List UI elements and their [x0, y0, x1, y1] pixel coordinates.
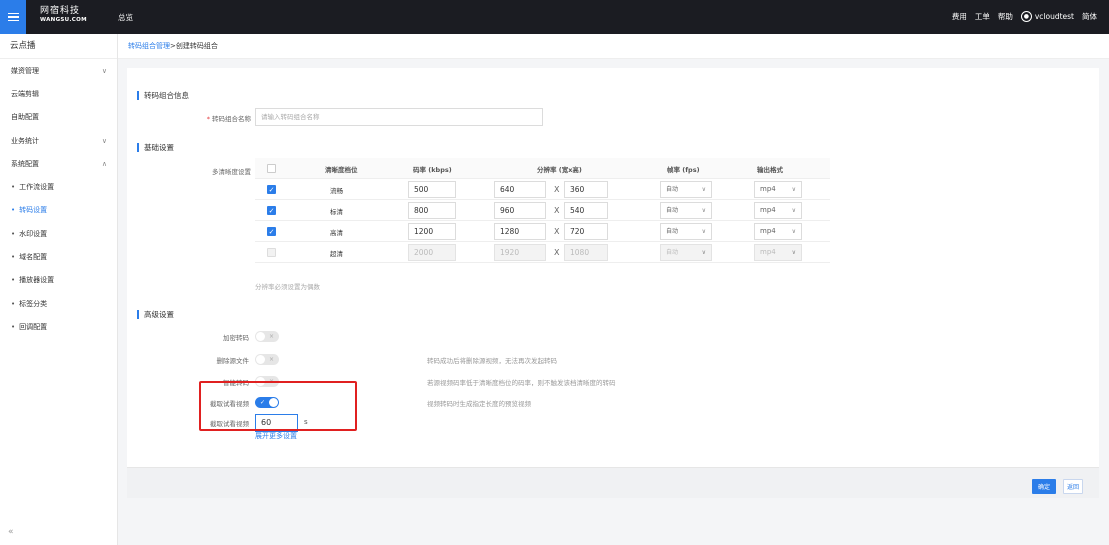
section-title-group-info: 转码组合信息	[137, 91, 189, 100]
table-row: ✓ 标清 800 960 X 540 自动 ∨ mp4 ∨	[255, 200, 830, 221]
width-input[interactable]: 960	[494, 202, 546, 219]
section-title-basic: 基础设置	[137, 143, 174, 152]
chevron-down-icon: ∨	[791, 249, 796, 256]
chevron-down-icon: ∨	[701, 186, 706, 193]
sidebar-sub-transcode[interactable]: • 转码设置	[0, 199, 117, 222]
sidebar-sub-domain[interactable]: • 域名配置	[0, 245, 117, 268]
group-name-input[interactable]: 请输入转码组合名称	[255, 108, 543, 126]
width-input[interactable]: 640	[494, 181, 546, 198]
row-checkbox[interactable]: ✓	[267, 206, 276, 215]
fps-select[interactable]: 自动 ∨	[660, 244, 712, 261]
smart-transcode-desc: 若源视频码率低于清晰度档位的码率，则不触发该档清晰度的转码	[427, 379, 616, 387]
chevron-down-icon: ∨	[101, 136, 107, 145]
breadcrumb-parent[interactable]: 转码组合管理	[128, 42, 170, 50]
group-name-label: * 转码组合名称	[206, 115, 251, 123]
sidebar-item-statistics[interactable]: 业务统计 ∨	[0, 129, 117, 152]
collapse-sidebar-icon[interactable]: «	[8, 527, 14, 537]
table-row: 超清 2000 1920 X 1080 自动 ∨ mp4 ∨	[255, 242, 830, 263]
logo[interactable]: 网宿科技 WANGSU.COM	[40, 7, 106, 24]
fps-select[interactable]: 自动 ∨	[660, 223, 712, 240]
format-select[interactable]: mp4 ∨	[754, 223, 802, 240]
main-area: 转码组合信息 * 转码组合名称 请输入转码组合名称 基础设置 多清晰度设置 清晰度…	[118, 59, 1109, 545]
chevron-down-icon: ∨	[791, 186, 796, 193]
row-checkbox[interactable]	[267, 248, 276, 257]
fps-select[interactable]: 自动 ∨	[660, 202, 712, 219]
sidebar-item-system-config[interactable]: 系统配置 ∧	[0, 152, 117, 175]
chevron-down-icon: ∨	[101, 66, 107, 75]
highlight-box	[199, 381, 357, 431]
sidebar-item-self-config[interactable]: 自助配置	[0, 106, 117, 129]
delete-source-label: 删除源文件	[216, 357, 250, 365]
sidebar-item-cloud-edit[interactable]: 云端剪辑	[0, 82, 117, 105]
height-input[interactable]: 360	[564, 181, 608, 198]
username: vcloudtest	[1034, 12, 1074, 21]
format-select[interactable]: mp4 ∨	[754, 244, 802, 261]
encrypt-label: 加密转码	[223, 334, 249, 342]
width-input[interactable]: 1280	[494, 223, 546, 240]
top-right-nav: 费用 工单 帮助 ● vcloudtest 简体	[952, 11, 1097, 22]
row-checkbox[interactable]: ✓	[267, 185, 276, 194]
delete-source-desc: 转码成功后将删除源视频，无法再次发起转码	[427, 357, 557, 365]
billing-link[interactable]: 费用	[952, 11, 967, 22]
chevron-down-icon: ∨	[701, 207, 706, 214]
sidebar-sub-player[interactable]: • 播放器设置	[0, 269, 117, 292]
fps-select[interactable]: 自动 ∨	[660, 181, 712, 198]
multi-resolution-label: 多清晰度设置	[212, 168, 251, 176]
help-link[interactable]: 帮助	[998, 11, 1013, 22]
sidebar-title: 云点播	[0, 34, 117, 59]
sidebar-sub-workflow[interactable]: • 工作流设置	[0, 175, 117, 198]
table-row: ✓ 流畅 500 640 X 360 自动 ∨ mp4 ∨	[255, 179, 830, 200]
sidebar-sub-tags[interactable]: • 标签分类	[0, 292, 117, 315]
sidebar-item-media[interactable]: 媒资管理 ∨	[0, 59, 117, 82]
form-card: 转码组合信息 * 转码组合名称 请输入转码组合名称 基础设置 多清晰度设置 清晰度…	[127, 68, 1099, 467]
breadcrumb: 转码组合管理>创建转码组合	[118, 34, 1109, 59]
chevron-down-icon: ∨	[791, 228, 796, 235]
confirm-button[interactable]: 确定	[1032, 479, 1056, 494]
top-bar: 网宿科技 WANGSU.COM 总览 费用 工单 帮助 ● vcloudtest…	[0, 0, 1109, 34]
select-all-checkbox[interactable]	[267, 164, 276, 173]
encrypt-toggle[interactable]: ×	[255, 331, 279, 342]
sidebar: 云点播 媒资管理 ∨ 云端剪辑 自助配置 业务统计 ∨ 系统配置 ∧ • 工作流设置 •…	[0, 34, 118, 545]
resolution-table: 清晰度档位 码率 (kbps) 分辨率 (宽x高) 帧率 (fps) 输出格式 …	[255, 158, 830, 263]
resolution-hint: 分辨率必须设置为偶数	[255, 283, 320, 291]
menu-icon[interactable]	[0, 0, 26, 34]
height-input[interactable]: 1080	[564, 244, 608, 261]
format-select[interactable]: mp4 ∨	[754, 181, 802, 198]
height-input[interactable]: 720	[564, 223, 608, 240]
ticket-link[interactable]: 工单	[975, 11, 990, 22]
bitrate-input[interactable]: 500	[408, 181, 456, 198]
width-input[interactable]: 1920	[494, 244, 546, 261]
format-select[interactable]: mp4 ∨	[754, 202, 802, 219]
form-footer: 确定 返回	[127, 467, 1099, 498]
chevron-down-icon: ∨	[701, 228, 706, 235]
section-title-advanced: 高级设置	[137, 310, 174, 319]
breadcrumb-current: 创建转码组合	[175, 42, 218, 50]
chevron-down-icon: ∨	[701, 249, 706, 256]
height-input[interactable]: 540	[564, 202, 608, 219]
delete-source-toggle[interactable]: ×	[255, 354, 279, 365]
row-checkbox[interactable]: ✓	[267, 227, 276, 236]
sidebar-sub-callback[interactable]: • 回调配置	[0, 315, 117, 338]
back-button[interactable]: 返回	[1063, 479, 1083, 494]
language-switch[interactable]: 简体	[1082, 11, 1097, 22]
preview-desc: 视频转码时生成指定长度的预览视频	[427, 400, 531, 408]
user-avatar-icon: ●	[1020, 11, 1032, 22]
overview-link[interactable]: 总览	[118, 12, 133, 23]
bitrate-input[interactable]: 800	[408, 202, 456, 219]
chevron-down-icon: ∨	[791, 207, 796, 214]
bitrate-input[interactable]: 2000	[408, 244, 456, 261]
sidebar-sub-watermark[interactable]: • 水印设置	[0, 222, 117, 245]
chevron-up-icon: ∧	[101, 159, 107, 168]
expand-more-link[interactable]: 展开更多设置	[255, 431, 297, 441]
table-header: 清晰度档位 码率 (kbps) 分辨率 (宽x高) 帧率 (fps) 输出格式	[255, 158, 830, 179]
user-menu[interactable]: ● vcloudtest	[1020, 11, 1074, 22]
bitrate-input[interactable]: 1200	[408, 223, 456, 240]
table-row: ✓ 高清 1200 1280 X 720 自动 ∨ mp4 ∨	[255, 221, 830, 242]
